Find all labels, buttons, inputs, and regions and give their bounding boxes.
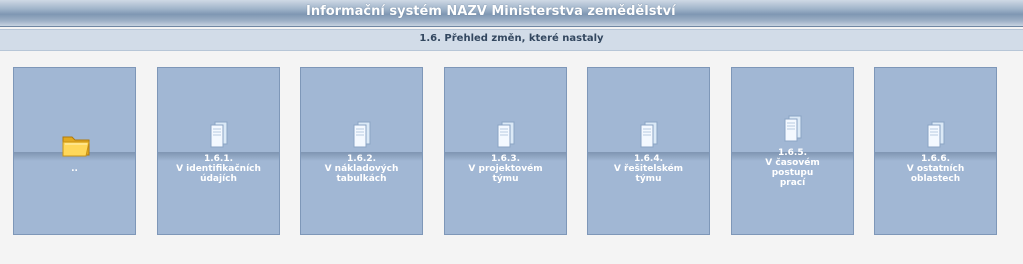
section-header-bar: 1.6. Přehled změn, které nastaly bbox=[0, 29, 1023, 51]
tile-label: 1.6.6. V ostatních oblastech bbox=[906, 154, 965, 184]
tile-project-team-changes[interactable]: 1.6.3. V projektovém týmu bbox=[444, 67, 567, 235]
tile-parent-folder[interactable]: .. bbox=[13, 67, 136, 235]
tile-label: 1.6.4. V řešitelském týmu bbox=[613, 154, 684, 184]
tile-cost-tables-changes[interactable]: 1.6.2. V nákladových tabulkách bbox=[300, 67, 423, 235]
tile-label: .. bbox=[71, 164, 78, 174]
document-icon bbox=[784, 115, 802, 142]
document-icon bbox=[927, 121, 945, 148]
tile-label: 1.6.5. V časovém postupu prací bbox=[765, 148, 820, 188]
tile-label: 1.6.1. V identifikačních údajích bbox=[176, 154, 261, 184]
document-icon bbox=[353, 121, 371, 148]
document-icon bbox=[210, 121, 228, 148]
tile-label: 1.6.2. V nákladových tabulkách bbox=[324, 154, 399, 184]
section-title: 1.6. Přehled změn, které nastaly bbox=[419, 33, 604, 44]
tile-schedule-changes[interactable]: 1.6.5. V časovém postupu prací bbox=[731, 67, 854, 235]
tile-identification-changes[interactable]: 1.6.1. V identifikačních údajích bbox=[157, 67, 280, 235]
tile-label: 1.6.3. V projektovém týmu bbox=[468, 154, 543, 184]
document-icon bbox=[497, 121, 515, 148]
app-title: Informační systém NAZV Ministerstva země… bbox=[306, 4, 676, 19]
tile-other-areas-changes[interactable]: 1.6.6. V ostatních oblastech bbox=[874, 67, 997, 235]
app-header-bar: Informační systém NAZV Ministerstva země… bbox=[0, 0, 1023, 27]
document-icon bbox=[640, 121, 658, 148]
folder-icon bbox=[62, 136, 90, 157]
tile-research-team-changes[interactable]: 1.6.4. V řešitelském týmu bbox=[587, 67, 710, 235]
